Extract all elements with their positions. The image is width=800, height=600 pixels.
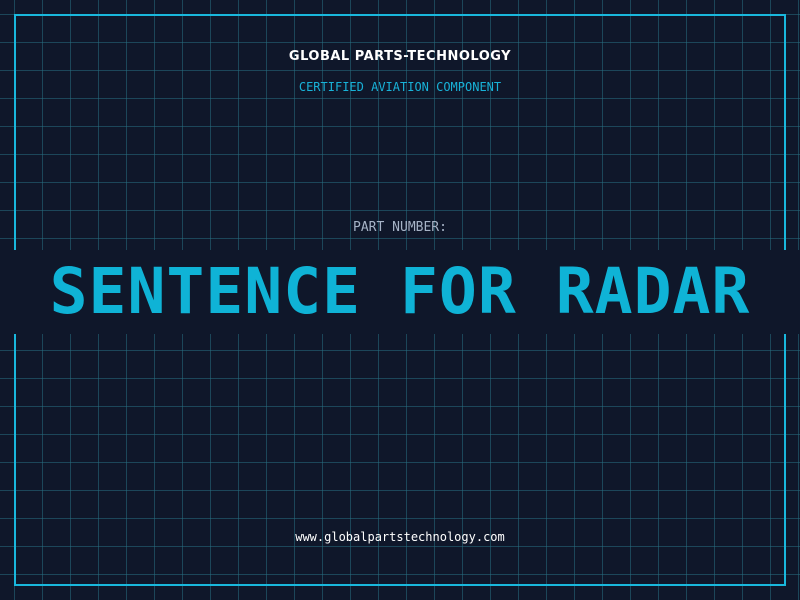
brand-title: GLOBAL PARTS-TECHNOLOGY (288, 49, 512, 64)
part-number-label: PART NUMBER: (353, 220, 447, 235)
website-url: www.globalpartstechnology.com (295, 530, 505, 544)
part-number-band: SENTENCE FOR RADAR (0, 250, 800, 334)
part-number-value: SENTENCE FOR RADAR (49, 255, 751, 328)
certification-subtitle: CERTIFIED AVIATION COMPONENT (298, 80, 502, 94)
